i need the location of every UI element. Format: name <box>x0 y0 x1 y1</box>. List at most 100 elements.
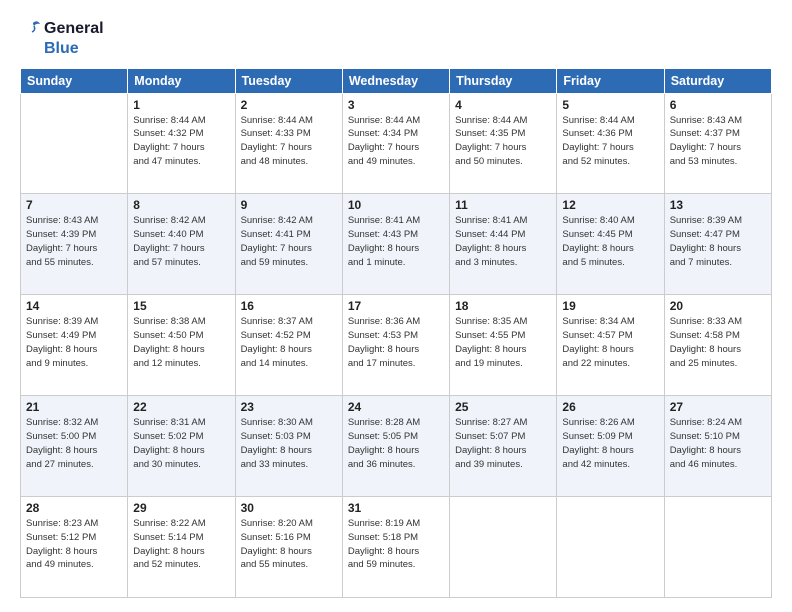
header-day-friday: Friday <box>557 68 664 93</box>
logo: General Blue <box>20 18 104 58</box>
calendar-cell: 22 Sunrise: 8:31 AM Sunset: 5:02 PM Dayli… <box>128 396 235 497</box>
day-info: Sunrise: 8:22 AM Sunset: 5:14 PM Dayligh… <box>133 517 229 572</box>
calendar-cell: 19 Sunrise: 8:34 AM Sunset: 4:57 PM Dayli… <box>557 295 664 396</box>
day-info: Sunrise: 8:44 AM Sunset: 4:32 PM Dayligh… <box>133 114 229 169</box>
calendar-cell: 11Sunrise: 8:41 AM Sunset: 4:44 PM Dayli… <box>450 194 557 295</box>
day-number: 28 <box>26 501 122 515</box>
day-info: Sunrise: 8:28 AM Sunset: 5:05 PM Dayligh… <box>348 416 444 471</box>
day-info: Sunrise: 8:26 AM Sunset: 5:09 PM Dayligh… <box>562 416 658 471</box>
day-number: 24 <box>348 400 444 414</box>
day-number: 16 <box>241 299 337 313</box>
calendar-cell: 30 Sunrise: 8:20 AM Sunset: 5:16 PM Dayli… <box>235 497 342 598</box>
day-number: 31 <box>348 501 444 515</box>
day-number: 18 <box>455 299 551 313</box>
week-row-4: 28 Sunrise: 8:23 AM Sunset: 5:12 PM Dayli… <box>21 497 772 598</box>
header-day-monday: Monday <box>128 68 235 93</box>
calendar-cell <box>557 497 664 598</box>
calendar-cell: 26 Sunrise: 8:26 AM Sunset: 5:09 PM Dayli… <box>557 396 664 497</box>
header-day-thursday: Thursday <box>450 68 557 93</box>
day-info: Sunrise: 8:20 AM Sunset: 5:16 PM Dayligh… <box>241 517 337 572</box>
calendar-cell: 23 Sunrise: 8:30 AM Sunset: 5:03 PM Dayli… <box>235 396 342 497</box>
day-number: 30 <box>241 501 337 515</box>
calendar-cell: 14 Sunrise: 8:39 AM Sunset: 4:49 PM Dayli… <box>21 295 128 396</box>
day-number: 23 <box>241 400 337 414</box>
calendar-cell: 24 Sunrise: 8:28 AM Sunset: 5:05 PM Dayli… <box>342 396 449 497</box>
day-number: 29 <box>133 501 229 515</box>
calendar-cell: 4Sunrise: 8:44 AM Sunset: 4:35 PM Daylig… <box>450 93 557 194</box>
day-info: Sunrise: 8:31 AM Sunset: 5:02 PM Dayligh… <box>133 416 229 471</box>
header-day-tuesday: Tuesday <box>235 68 342 93</box>
calendar-cell: 27Sunrise: 8:24 AM Sunset: 5:10 PM Dayli… <box>664 396 771 497</box>
calendar-cell: 7 Sunrise: 8:43 AM Sunset: 4:39 PM Daylig… <box>21 194 128 295</box>
day-number: 5 <box>562 98 658 112</box>
day-number: 4 <box>455 98 551 112</box>
day-info: Sunrise: 8:34 AM Sunset: 4:57 PM Dayligh… <box>562 315 658 370</box>
logo-text-block: General Blue <box>20 18 104 58</box>
calendar-cell <box>21 93 128 194</box>
day-number: 3 <box>348 98 444 112</box>
day-info: Sunrise: 8:30 AM Sunset: 5:03 PM Dayligh… <box>241 416 337 471</box>
day-number: 7 <box>26 198 122 212</box>
day-number: 17 <box>348 299 444 313</box>
day-info: Sunrise: 8:32 AM Sunset: 5:00 PM Dayligh… <box>26 416 122 471</box>
calendar-cell: 16 Sunrise: 8:37 AM Sunset: 4:52 PM Dayli… <box>235 295 342 396</box>
day-number: 14 <box>26 299 122 313</box>
day-number: 22 <box>133 400 229 414</box>
calendar-cell: 21 Sunrise: 8:32 AM Sunset: 5:00 PM Dayli… <box>21 396 128 497</box>
page: General Blue SundayMondayTuesdayWednesda… <box>0 0 792 612</box>
header-day-wednesday: Wednesday <box>342 68 449 93</box>
day-number: 6 <box>670 98 766 112</box>
week-row-3: 21 Sunrise: 8:32 AM Sunset: 5:00 PM Dayli… <box>21 396 772 497</box>
day-info: Sunrise: 8:37 AM Sunset: 4:52 PM Dayligh… <box>241 315 337 370</box>
day-number: 25 <box>455 400 551 414</box>
day-number: 12 <box>562 198 658 212</box>
calendar-cell: 12 Sunrise: 8:40 AM Sunset: 4:45 PM Dayli… <box>557 194 664 295</box>
week-row-1: 7 Sunrise: 8:43 AM Sunset: 4:39 PM Daylig… <box>21 194 772 295</box>
day-info: Sunrise: 8:39 AM Sunset: 4:47 PM Dayligh… <box>670 214 766 269</box>
day-info: Sunrise: 8:41 AM Sunset: 4:43 PM Dayligh… <box>348 214 444 269</box>
calendar-cell: 28 Sunrise: 8:23 AM Sunset: 5:12 PM Dayli… <box>21 497 128 598</box>
calendar-cell <box>664 497 771 598</box>
day-info: Sunrise: 8:44 AM Sunset: 4:33 PM Dayligh… <box>241 114 337 169</box>
calendar-cell: 1 Sunrise: 8:44 AM Sunset: 4:32 PM Daylig… <box>128 93 235 194</box>
calendar-cell: 9 Sunrise: 8:42 AM Sunset: 4:41 PM Daylig… <box>235 194 342 295</box>
calendar-cell: 6 Sunrise: 8:43 AM Sunset: 4:37 PM Daylig… <box>664 93 771 194</box>
day-number: 1 <box>133 98 229 112</box>
calendar-cell <box>450 497 557 598</box>
logo-general: General <box>44 20 104 38</box>
day-info: Sunrise: 8:39 AM Sunset: 4:49 PM Dayligh… <box>26 315 122 370</box>
day-number: 9 <box>241 198 337 212</box>
day-info: Sunrise: 8:19 AM Sunset: 5:18 PM Dayligh… <box>348 517 444 572</box>
logo-bird-icon <box>20 18 42 40</box>
day-info: Sunrise: 8:42 AM Sunset: 4:41 PM Dayligh… <box>241 214 337 269</box>
calendar-cell: 25 Sunrise: 8:27 AM Sunset: 5:07 PM Dayli… <box>450 396 557 497</box>
day-number: 13 <box>670 198 766 212</box>
day-number: 27 <box>670 400 766 414</box>
day-info: Sunrise: 8:40 AM Sunset: 4:45 PM Dayligh… <box>562 214 658 269</box>
day-number: 21 <box>26 400 122 414</box>
day-info: Sunrise: 8:27 AM Sunset: 5:07 PM Dayligh… <box>455 416 551 471</box>
day-info: Sunrise: 8:38 AM Sunset: 4:50 PM Dayligh… <box>133 315 229 370</box>
header-day-saturday: Saturday <box>664 68 771 93</box>
day-number: 26 <box>562 400 658 414</box>
header: General Blue <box>20 18 772 58</box>
calendar-cell: 31 Sunrise: 8:19 AM Sunset: 5:18 PM Dayli… <box>342 497 449 598</box>
day-number: 20 <box>670 299 766 313</box>
week-row-0: 1 Sunrise: 8:44 AM Sunset: 4:32 PM Daylig… <box>21 93 772 194</box>
day-info: Sunrise: 8:43 AM Sunset: 4:37 PM Dayligh… <box>670 114 766 169</box>
day-info: Sunrise: 8:33 AM Sunset: 4:58 PM Dayligh… <box>670 315 766 370</box>
header-day-sunday: Sunday <box>21 68 128 93</box>
calendar-cell: 29 Sunrise: 8:22 AM Sunset: 5:14 PM Dayli… <box>128 497 235 598</box>
logo-blue: Blue <box>44 40 79 58</box>
day-number: 15 <box>133 299 229 313</box>
calendar-cell: 20 Sunrise: 8:33 AM Sunset: 4:58 PM Dayli… <box>664 295 771 396</box>
day-info: Sunrise: 8:23 AM Sunset: 5:12 PM Dayligh… <box>26 517 122 572</box>
calendar-cell: 10 Sunrise: 8:41 AM Sunset: 4:43 PM Dayli… <box>342 194 449 295</box>
header-row: SundayMondayTuesdayWednesdayThursdayFrid… <box>21 68 772 93</box>
day-info: Sunrise: 8:44 AM Sunset: 4:34 PM Dayligh… <box>348 114 444 169</box>
day-number: 11 <box>455 198 551 212</box>
day-info: Sunrise: 8:36 AM Sunset: 4:53 PM Dayligh… <box>348 315 444 370</box>
day-info: Sunrise: 8:43 AM Sunset: 4:39 PM Dayligh… <box>26 214 122 269</box>
day-number: 19 <box>562 299 658 313</box>
day-number: 10 <box>348 198 444 212</box>
